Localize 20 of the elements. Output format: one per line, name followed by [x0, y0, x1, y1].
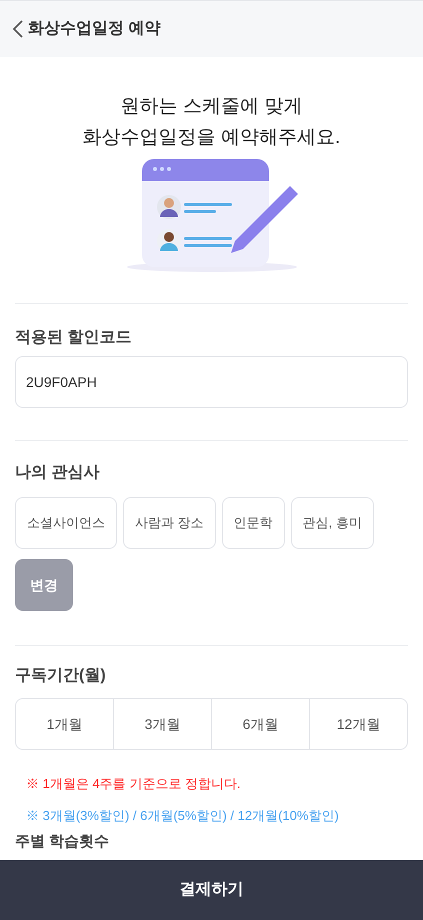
note-text: ※ 3개월(3%할인) / 6개월(5%할인) / 12개월(10%할인) [26, 806, 340, 825]
section-heading: 나의 관심사 [15, 463, 100, 483]
section-heading: 구독기간(월) [15, 666, 107, 686]
back-icon[interactable] [12, 20, 24, 38]
interest-chip[interactable]: 관심, 흥미 [290, 497, 374, 549]
period-option[interactable]: 6개월 [211, 699, 309, 749]
pay-button[interactable]: 결제하기 [0, 860, 423, 920]
interest-chip[interactable]: 인문학 [222, 497, 285, 549]
note-text: ※ 1개월은 4주를 기준으로 정합니다. [26, 775, 242, 793]
page-title: 화상수업일정 예약 [28, 19, 160, 39]
section-heading: 주별 학습횟수 [15, 832, 110, 852]
interest-chip[interactable]: 사람과 장소 [123, 497, 216, 549]
intro-text: 원하는 스케줄에 맞게 [120, 95, 302, 119]
intro-text: 화상수업일정을 예약해주세요. [82, 126, 340, 150]
section-heading: 적용된 할인코드 [15, 328, 132, 348]
discount-code-field[interactable]: 2U9F0APH [15, 356, 408, 408]
interest-chip[interactable]: 소셜사이언스 [15, 497, 117, 549]
period-option[interactable]: 1개월 [16, 699, 113, 749]
period-option[interactable]: 3개월 [113, 699, 211, 749]
period-option[interactable]: 12개월 [309, 699, 407, 749]
